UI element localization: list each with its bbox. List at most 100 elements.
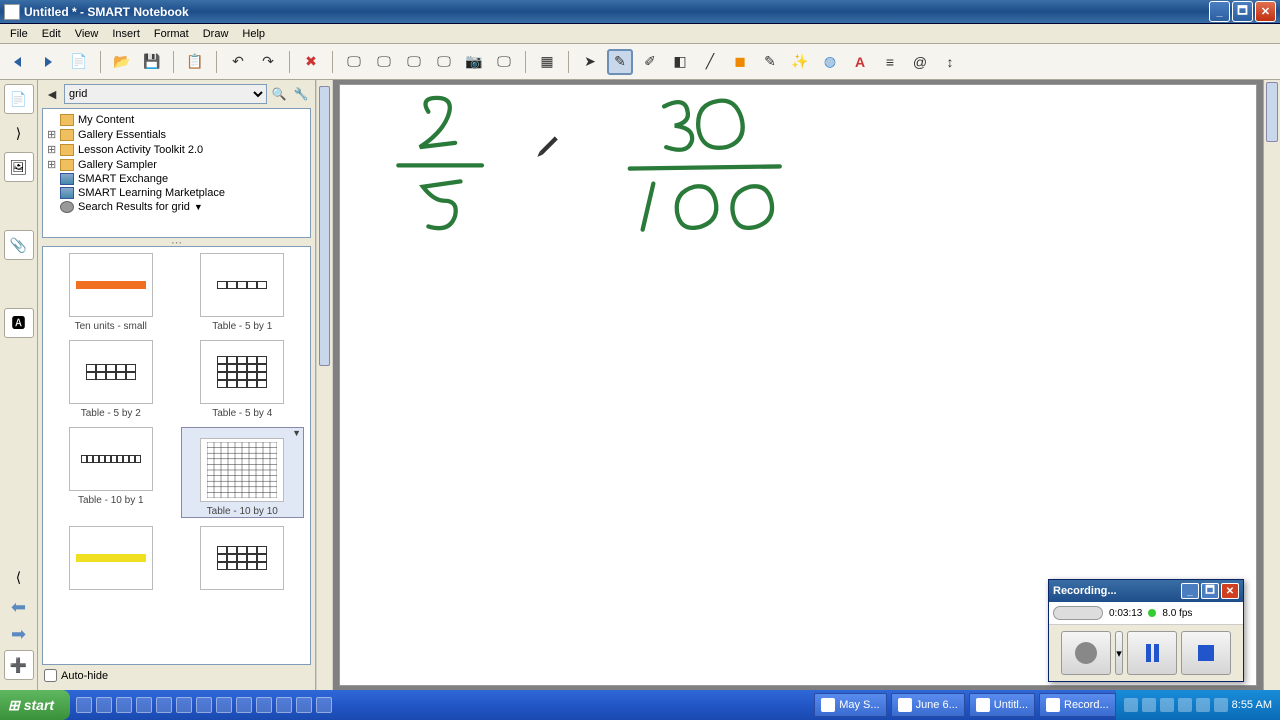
pause-button[interactable] — [1127, 631, 1177, 675]
gallery-item[interactable] — [49, 526, 173, 594]
ql-icon[interactable] — [256, 697, 272, 713]
tree-label[interactable]: Gallery Essentials — [78, 129, 166, 141]
save-button[interactable]: 💾 — [139, 49, 165, 75]
recording-maximize-button[interactable]: 🗖 — [1201, 583, 1219, 599]
tree-label[interactable]: SMART Exchange — [78, 173, 168, 185]
tray-icon[interactable] — [1178, 698, 1192, 712]
screen-shade-button[interactable]: 🖵 — [341, 49, 367, 75]
select-button[interactable]: ➤ — [577, 49, 603, 75]
gallery-item[interactable]: Table - 5 by 2 — [49, 340, 173, 419]
search-button[interactable]: 🔍 — [269, 84, 289, 104]
recording-minimize-button[interactable]: _ — [1181, 583, 1199, 599]
pen-button[interactable]: ✎ — [607, 49, 633, 75]
gallery-results[interactable]: Ten units - small Table - 5 by 1 Table -… — [42, 246, 311, 665]
ql-icon[interactable] — [296, 697, 312, 713]
close-button[interactable]: ✕ — [1255, 1, 1276, 22]
menu-insert[interactable]: Insert — [106, 26, 146, 42]
record-button[interactable] — [1061, 631, 1111, 675]
gallery-item[interactable]: ▼ Table - 10 by 10 — [181, 427, 305, 518]
ql-icon[interactable] — [276, 697, 292, 713]
autohide-checkbox[interactable] — [44, 669, 57, 682]
tab-attachments[interactable]: 📎 — [4, 230, 34, 260]
table-button[interactable]: ▦ — [534, 49, 560, 75]
next-slide-arrow[interactable]: ➡ — [11, 624, 26, 645]
tab-properties[interactable]: 🅰 — [4, 308, 34, 338]
ql-icon[interactable] — [316, 697, 332, 713]
ql-icon[interactable] — [236, 697, 252, 713]
ql-icon[interactable] — [196, 697, 212, 713]
record-menu-button[interactable]: ▾ — [1115, 631, 1123, 675]
properties-button[interactable]: ≡ — [877, 49, 903, 75]
open-button[interactable]: 📂 — [109, 49, 135, 75]
menu-file[interactable]: File — [4, 26, 34, 42]
tray-icon[interactable] — [1160, 698, 1174, 712]
paste-button[interactable]: 📋 — [182, 49, 208, 75]
taskbar-item[interactable]: Untitl... — [969, 693, 1035, 717]
tray-icon[interactable] — [1196, 698, 1210, 712]
redo-button[interactable]: ↷ — [255, 49, 281, 75]
panel-splitter[interactable]: ⋯ — [42, 238, 311, 246]
tree-label[interactable]: Lesson Activity Toolkit 2.0 — [78, 144, 203, 156]
line-button[interactable]: ╱ — [697, 49, 723, 75]
slide-collapse[interactable]: ⟨ — [4, 562, 34, 592]
ql-icon[interactable] — [136, 697, 152, 713]
recording-titlebar[interactable]: Recording... _ 🗖 ✕ — [1049, 580, 1243, 602]
search-input[interactable]: grid — [64, 84, 267, 104]
menu-help[interactable]: Help — [236, 26, 271, 42]
prev-page-button[interactable] — [6, 49, 32, 75]
ql-icon[interactable] — [216, 697, 232, 713]
panel-scrollbar[interactable] — [316, 80, 333, 690]
measurement-button[interactable]: @ — [907, 49, 933, 75]
ql-icon[interactable] — [176, 697, 192, 713]
tray-icon[interactable] — [1214, 698, 1228, 712]
tab-collapse[interactable]: ⟩ — [4, 118, 34, 148]
magic-pen-button[interactable]: ✨ — [787, 49, 813, 75]
creative-pen-button[interactable]: ✐ — [637, 49, 663, 75]
gallery-item[interactable]: Table - 10 by 1 — [49, 427, 173, 518]
gallery-tree[interactable]: My Content ⊞Gallery Essentials ⊞Lesson A… — [42, 108, 311, 238]
tray-icon[interactable] — [1142, 698, 1156, 712]
undo-button[interactable]: ↶ — [225, 49, 251, 75]
next-page-button[interactable] — [36, 49, 62, 75]
tree-label[interactable]: Gallery Sampler — [78, 159, 157, 171]
full-screen-button[interactable]: 🖵 — [371, 49, 397, 75]
taskbar-item[interactable]: Record... — [1039, 693, 1116, 717]
add-slide-button[interactable]: ➕ — [4, 650, 34, 680]
gallery-item[interactable]: Table - 5 by 4 — [181, 340, 305, 419]
ql-icon[interactable] — [76, 697, 92, 713]
menu-edit[interactable]: Edit — [36, 26, 67, 42]
text-button[interactable]: A — [847, 49, 873, 75]
capture-button[interactable]: 📷 — [461, 49, 487, 75]
delete-button[interactable]: ✖ — [298, 49, 324, 75]
document-camera-button[interactable]: 🖵 — [491, 49, 517, 75]
taskbar-item[interactable]: May S... — [814, 693, 886, 717]
add-page-button[interactable]: 📄 — [66, 49, 92, 75]
move-toolbar-button[interactable]: ↕ — [937, 49, 963, 75]
tab-page-sorter[interactable]: 📄 — [4, 84, 34, 114]
recording-close-button[interactable]: ✕ — [1221, 583, 1239, 599]
gallery-item[interactable]: Ten units - small — [49, 253, 173, 332]
recording-window[interactable]: Recording... _ 🗖 ✕ 0:03:13 8.0 fps ▾ — [1048, 579, 1244, 682]
prev-slide-arrow[interactable]: ⬅ — [11, 597, 26, 618]
menu-draw[interactable]: Draw — [197, 26, 235, 42]
shape-button[interactable]: ◼ — [727, 49, 753, 75]
maximize-button[interactable]: 🗖 — [1232, 1, 1253, 22]
eraser-button[interactable]: ◧ — [667, 49, 693, 75]
shape-recognition-button[interactable]: ✎ — [757, 49, 783, 75]
menu-format[interactable]: Format — [148, 26, 195, 42]
start-button[interactable]: ⊞ start — [0, 690, 70, 720]
stop-button[interactable] — [1181, 631, 1231, 675]
dropdown-icon[interactable]: ▼ — [182, 428, 304, 438]
tree-label[interactable]: SMART Learning Marketplace — [78, 187, 225, 199]
tree-label[interactable]: My Content — [78, 114, 134, 126]
minimize-button[interactable]: _ — [1209, 1, 1230, 22]
gallery-item[interactable] — [181, 526, 305, 594]
taskbar-item[interactable]: June 6... — [891, 693, 965, 717]
ql-icon[interactable] — [96, 697, 112, 713]
search-back-button[interactable]: ◄ — [42, 84, 62, 104]
transparent-bg-button[interactable]: 🖵 — [401, 49, 427, 75]
search-options-button[interactable]: 🔧 — [291, 84, 311, 104]
tree-label[interactable]: Search Results for grid — [78, 201, 190, 213]
clock[interactable]: 8:55 AM — [1232, 699, 1272, 711]
fill-button[interactable]: ◍ — [817, 49, 843, 75]
